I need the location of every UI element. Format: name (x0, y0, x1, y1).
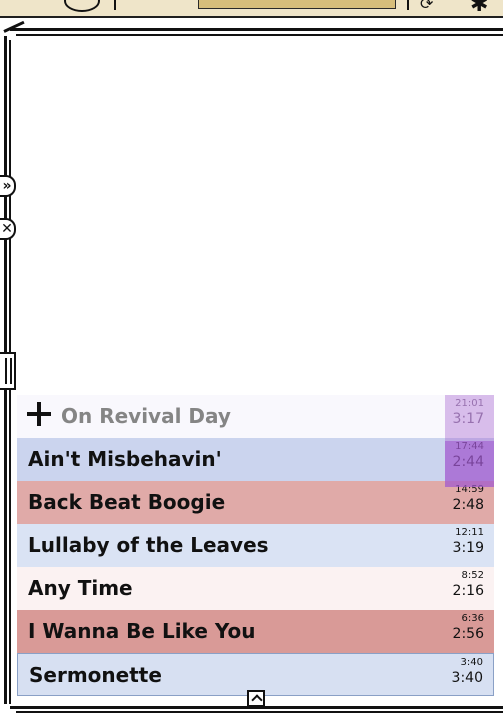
track-duration: 2:48 (452, 497, 484, 513)
frame-corner (3, 20, 25, 33)
frame-border-top-inner (16, 34, 503, 36)
track-title: Back Beat Boogie (28, 490, 226, 514)
toolbar-divider (114, 0, 116, 10)
track-row[interactable]: Any Time 8:52 2:16 (17, 567, 494, 610)
resize-handle-icon[interactable] (0, 352, 16, 390)
track-start-time: 14:59 (455, 484, 484, 495)
track-duration: 2:16 (452, 583, 484, 599)
track-duration: 3:17 (452, 411, 484, 427)
frame-border-top (10, 28, 503, 31)
track-duration: 2:56 (452, 626, 484, 642)
track-title: I Wanna Be Like You (28, 619, 256, 643)
frame-border-bottom-inner (16, 711, 503, 713)
ink-blot-icon[interactable]: ✱ (470, 0, 488, 17)
track-title: Sermonette (29, 663, 162, 687)
next-track-row[interactable]: On Revival Day 21:01 3:17 (17, 395, 494, 438)
track-duration: 3:19 (452, 540, 484, 556)
track-start-time: 12:11 (455, 527, 484, 538)
playlist: On Revival Day 21:01 3:17 Ain't Misbehav… (17, 395, 494, 696)
track-row[interactable]: Back Beat Boogie 14:59 2:48 (17, 481, 494, 524)
refresh-icon[interactable]: ⟳ (420, 0, 433, 13)
track-duration: 2:44 (452, 454, 484, 470)
chevron-up-icon[interactable] (247, 690, 265, 707)
track-title: On Revival Day (61, 404, 231, 428)
add-icon[interactable] (27, 402, 51, 426)
track-start-time: 21:01 (455, 398, 484, 409)
track-start-time: 6:36 (461, 613, 484, 624)
top-toolbar: ⟳ ✱ (0, 0, 503, 18)
track-title: Ain't Misbehavin' (28, 447, 222, 471)
track-duration: 3:40 (451, 670, 483, 686)
close-icon[interactable]: ✕ (0, 218, 16, 240)
power-knob-icon[interactable] (64, 0, 100, 12)
track-start-time: 3:40 (460, 657, 483, 668)
track-row[interactable]: Ain't Misbehavin' 17:44 2:44 (17, 438, 494, 481)
title-field[interactable] (198, 0, 396, 9)
track-row[interactable]: I Wanna Be Like You 6:36 2:56 (17, 610, 494, 653)
track-row[interactable]: Lullaby of the Leaves 12:11 3:19 (17, 524, 494, 567)
track-start-time: 8:52 (461, 570, 484, 581)
toolbar-divider (407, 0, 409, 10)
track-title: Any Time (28, 576, 133, 600)
track-title: Lullaby of the Leaves (28, 533, 269, 557)
forward-icon[interactable]: » (0, 175, 16, 197)
track-start-time: 17:44 (455, 441, 484, 452)
